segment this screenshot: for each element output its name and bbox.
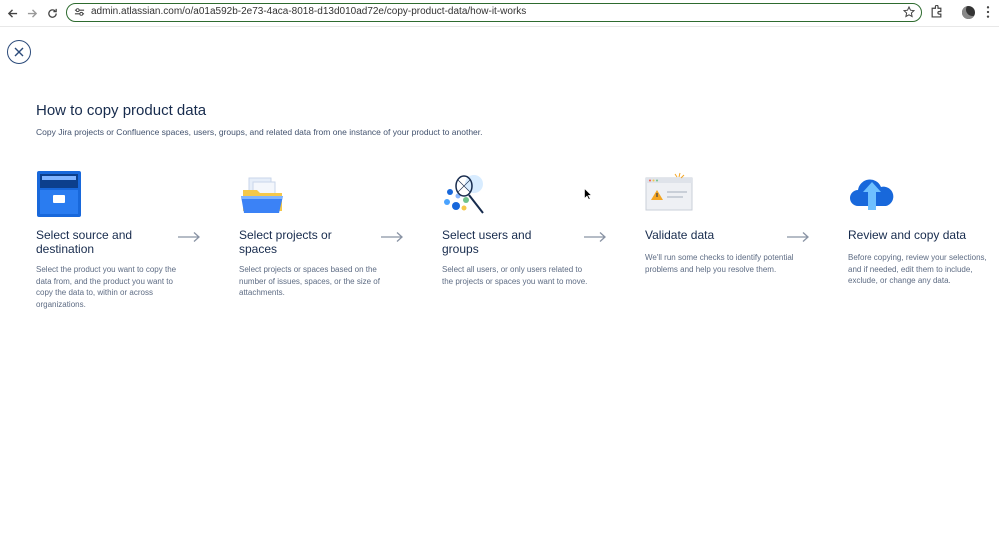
file-cabinet-icon [36, 170, 86, 218]
step-select-projects: Select projects or spaces Select project… [239, 170, 389, 299]
step-title: Select source and destination [36, 228, 133, 256]
mouse-cursor-icon [584, 188, 592, 200]
step-title: Select users and groups [442, 228, 532, 256]
folders-icon [239, 170, 289, 218]
forward-button[interactable] [23, 4, 41, 22]
arrow-left-icon [7, 8, 17, 18]
step-description: Before copying, review your selections, … [848, 253, 987, 286]
step-title: Review and copy data [848, 228, 967, 242]
arrow-right-icon [178, 232, 200, 242]
page-subtitle: Copy Jira projects or Confluence spaces,… [36, 127, 483, 137]
step-review-copy: Review and copy data Before copying, rev… [848, 170, 998, 287]
step-title: Validate data [645, 228, 715, 242]
warning-window-icon [645, 170, 695, 218]
arrow-right-icon [381, 232, 403, 242]
step-description: Select the product you want to copy the … [36, 265, 177, 309]
close-button[interactable] [7, 40, 31, 64]
bookmark-star-icon[interactable] [903, 6, 915, 18]
extensions-icon[interactable] [930, 5, 943, 18]
url-text: admin.atlassian.com/o/a01a592b-2e73-4aca… [91, 6, 527, 17]
profile-avatar[interactable] [962, 6, 975, 19]
close-icon [14, 47, 24, 57]
step-description: Select all users, or only users related … [442, 265, 588, 286]
step-select-users: Select users and groups Select all users… [442, 170, 592, 287]
step-validate-data: Validate data We'll run some checks to i… [645, 170, 795, 275]
browser-toolbar: admin.atlassian.com/o/a01a592b-2e73-4aca… [0, 0, 999, 27]
reload-icon [47, 8, 57, 18]
arrow-right-icon [27, 8, 37, 18]
step-select-source: Select source and destination Select the… [36, 170, 186, 310]
step-description: We'll run some checks to identify potent… [645, 253, 794, 274]
cloud-upload-icon [848, 170, 898, 218]
site-settings-icon[interactable] [74, 7, 85, 17]
back-button[interactable] [3, 4, 21, 22]
arrow-right-icon [787, 232, 809, 242]
step-title: Select projects or spaces [239, 228, 332, 256]
reload-button[interactable] [43, 4, 61, 22]
users-net-icon [442, 170, 492, 218]
more-menu-icon[interactable] [985, 5, 991, 19]
step-description: Select projects or spaces based on the n… [239, 265, 380, 298]
arrow-right-icon [584, 232, 606, 242]
page-title: How to copy product data [36, 102, 207, 119]
address-bar[interactable]: admin.atlassian.com/o/a01a592b-2e73-4aca… [66, 3, 922, 22]
